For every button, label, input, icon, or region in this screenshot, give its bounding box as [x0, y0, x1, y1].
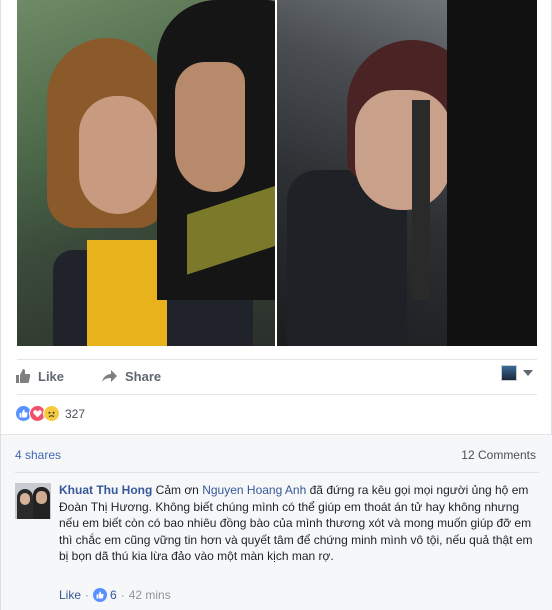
like-label: Like: [38, 368, 65, 384]
post-as-selector[interactable]: [501, 365, 533, 381]
avatar-face: [36, 491, 47, 504]
commenter-avatar[interactable]: [15, 483, 51, 519]
divider: [17, 394, 537, 395]
post-photo[interactable]: [17, 0, 537, 346]
guard-figure: [447, 0, 537, 346]
like-button[interactable]: Like: [15, 368, 64, 384]
comments-count-link[interactable]: 12 Comments: [461, 448, 536, 462]
figure-shirt: [87, 240, 167, 346]
reactions-summary[interactable]: 327: [15, 405, 85, 422]
avatar-face: [20, 493, 30, 505]
comment-body: Khuat Thu Hong Cảm ơn Nguyen Hoang Anh đ…: [59, 482, 537, 565]
shares-link[interactable]: 4 shares: [15, 448, 61, 462]
reaction-count: 327: [65, 406, 86, 421]
rifle-shape: [412, 100, 430, 300]
chevron-down-icon: [523, 370, 533, 376]
photo-right: [277, 0, 537, 346]
comment-text: Cảm ơn: [152, 483, 203, 497]
comment-mention[interactable]: Nguyen Hoang Anh: [202, 483, 306, 497]
separator: ·: [120, 588, 125, 602]
divider: [17, 359, 537, 360]
photo-left: [17, 0, 275, 346]
divider: [15, 472, 539, 473]
sad-reaction-icon: [43, 405, 60, 422]
share-arrow-icon: [102, 370, 117, 382]
comment-actions: Like · 6 · 42 mins: [59, 588, 171, 602]
thumbs-up-icon: [16, 369, 31, 383]
separator: ·: [85, 588, 90, 602]
figure-face: [175, 62, 245, 192]
figure-face: [79, 96, 157, 214]
share-button[interactable]: Share: [101, 368, 161, 384]
comment-reaction-count[interactable]: 6: [110, 588, 117, 602]
comment-like-button[interactable]: Like: [59, 588, 81, 602]
post-card: Like Share 327 4 shares 12 Comments Khua…: [0, 0, 552, 610]
avatar: [501, 365, 517, 381]
comment-author[interactable]: Khuat Thu Hong: [59, 483, 152, 497]
like-reaction-icon: [93, 588, 108, 602]
share-label: Share: [125, 368, 162, 384]
comment-timestamp[interactable]: 42 mins: [129, 588, 171, 602]
figure-face: [355, 90, 451, 210]
